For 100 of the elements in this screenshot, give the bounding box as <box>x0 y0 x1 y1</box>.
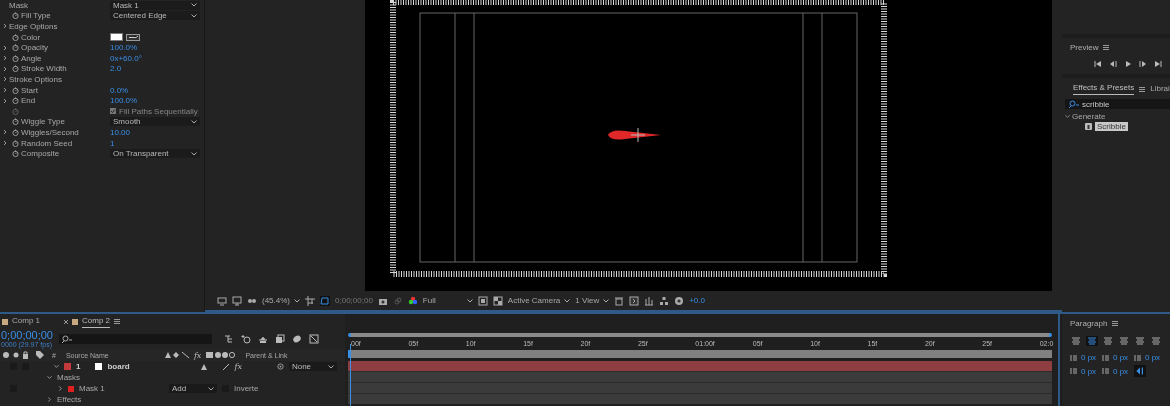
spacing-value[interactable]: 0 px <box>1081 366 1097 376</box>
search-field[interactable] <box>59 334 212 344</box>
graph-editor-icon[interactable] <box>309 334 319 344</box>
panel-title: Paragraph <box>1070 319 1108 328</box>
stopwatch-icon[interactable] <box>12 139 19 147</box>
stopwatch-icon[interactable] <box>12 97 19 105</box>
resolution-dropdown[interactable]: Full <box>422 296 473 305</box>
property-label: Angle <box>21 53 42 63</box>
region-icon[interactable] <box>477 295 488 306</box>
align-button[interactable] <box>1118 336 1130 346</box>
exposure-icon[interactable] <box>674 295 685 306</box>
group-label: Masks <box>57 373 81 382</box>
solid-layer-icon <box>95 363 103 370</box>
stopwatch-icon[interactable] <box>12 128 19 136</box>
property-label: Random Seed <box>21 138 73 148</box>
stopwatch-icon[interactable] <box>12 150 19 158</box>
view-layout-dropdown[interactable]: 1 View <box>575 296 610 305</box>
composition-tab[interactable]: Comp 2 <box>82 315 111 328</box>
property-value[interactable]: 100.0% <box>110 96 138 106</box>
pick-whip-icon[interactable] <box>276 363 284 370</box>
menu-icon[interactable] <box>1103 45 1110 50</box>
shy-layers-icon[interactable] <box>258 334 268 344</box>
spacing-value[interactable]: 0 px <box>1081 353 1097 362</box>
comp-color-swatch <box>2 318 8 325</box>
mask-mode-dropdown[interactable]: Add <box>169 384 217 393</box>
property-value[interactable]: 10.00 <box>110 127 131 137</box>
stopwatch-icon[interactable] <box>12 54 19 62</box>
checkerboard-icon[interactable] <box>492 295 503 306</box>
color-channels-icon[interactable] <box>407 295 418 306</box>
dropdown[interactable]: Mask 1 <box>110 0 200 10</box>
stopwatch-icon[interactable] <box>12 86 19 94</box>
label-tag-icon <box>36 351 44 359</box>
spacing-value[interactable]: 0 px <box>1113 366 1129 376</box>
camera-dropdown[interactable]: Active Camera <box>507 296 571 305</box>
last-frame-icon[interactable] <box>1154 60 1162 68</box>
monitor-icon[interactable] <box>217 295 227 306</box>
search-field[interactable]: scribble <box>1065 99 1170 109</box>
close-icon[interactable] <box>64 319 68 324</box>
flowchart-icon[interactable] <box>659 295 670 306</box>
play-icon[interactable] <box>1124 60 1132 68</box>
align-button[interactable] <box>1102 336 1114 346</box>
parent-dropdown[interactable]: None <box>288 362 337 371</box>
magnification-dropdown[interactable]: (45.4%) <box>262 296 300 305</box>
align-button[interactable] <box>1070 336 1082 346</box>
property-label: Mask <box>9 0 29 10</box>
property-value[interactable]: 100.0% <box>110 43 138 53</box>
crosshair-icon <box>630 127 646 143</box>
align-button[interactable] <box>1150 336 1162 346</box>
panel-tab[interactable]: Librai <box>1150 83 1170 95</box>
menu-icon[interactable] <box>1112 321 1119 326</box>
align-button[interactable] <box>1134 336 1146 346</box>
draft-3d-icon[interactable] <box>241 334 251 344</box>
caret-icon <box>208 386 214 391</box>
exposure-value[interactable]: +0.0 <box>689 296 705 305</box>
stopwatch-icon[interactable] <box>12 65 19 73</box>
effect-switch[interactable]: fx <box>234 362 242 371</box>
stopwatch-icon[interactable] <box>12 44 19 52</box>
spacing-value[interactable]: 0 px <box>1113 353 1129 362</box>
property-value[interactable]: 1 <box>110 138 115 148</box>
dropdown[interactable]: On Transparent <box>110 149 200 159</box>
property-value[interactable]: 0.0% <box>110 85 129 95</box>
property-label: Start <box>21 85 38 95</box>
motion-blur-icon[interactable] <box>292 334 302 344</box>
eyedropper-icon[interactable] <box>126 33 140 41</box>
next-frame-icon[interactable] <box>1139 60 1147 68</box>
color-swatch[interactable] <box>110 33 123 42</box>
tree-item[interactable]: Scribble <box>1095 121 1128 131</box>
menu-icon[interactable] <box>1139 86 1146 92</box>
mask-color-swatch[interactable] <box>68 385 74 392</box>
spacing-value[interactable]: 0 px <box>1145 353 1161 362</box>
layer-name[interactable]: board <box>107 362 188 371</box>
text-direction-icon[interactable] <box>1134 365 1146 377</box>
timeline-icon[interactable] <box>644 295 655 306</box>
property-value[interactable]: 0x+60.0° <box>110 53 142 63</box>
property-value[interactable]: 2.0 <box>110 64 122 74</box>
dropdown[interactable]: Smooth <box>110 117 200 127</box>
composition-tab[interactable]: Comp 1 <box>12 316 40 327</box>
quality-switch-icon[interactable] <box>223 362 230 371</box>
timecode-field[interactable]: 0;00;00;00 <box>335 296 373 305</box>
stopwatch-icon[interactable] <box>12 118 19 126</box>
layer-switches-icon <box>205 351 236 359</box>
fast-preview-icon[interactable] <box>629 295 640 306</box>
mask-name[interactable]: Mask 1 <box>79 384 164 393</box>
menu-icon[interactable] <box>114 319 121 324</box>
grid-icon[interactable] <box>305 295 315 306</box>
display-icon[interactable] <box>232 295 242 306</box>
mask-toggle-icon[interactable] <box>320 295 330 306</box>
group-label: Effects <box>57 395 82 404</box>
effect-column-header[interactable]: fx <box>193 350 202 360</box>
frame-blending-icon[interactable] <box>275 334 285 344</box>
first-frame-icon[interactable] <box>1094 60 1102 68</box>
dropdown[interactable]: Centered Edge <box>110 11 200 21</box>
label-color-swatch[interactable] <box>64 363 71 370</box>
stopwatch-icon[interactable] <box>12 12 19 20</box>
tree-folder[interactable]: Generate <box>1072 112 1106 121</box>
flowchart-icon[interactable] <box>224 334 234 344</box>
previous-frame-icon[interactable] <box>1109 60 1117 68</box>
panel-tab[interactable]: Effects & Presets <box>1073 83 1135 95</box>
current-timecode[interactable]: 0;00;00;00 <box>1 329 53 341</box>
stopwatch-icon[interactable] <box>12 33 19 41</box>
